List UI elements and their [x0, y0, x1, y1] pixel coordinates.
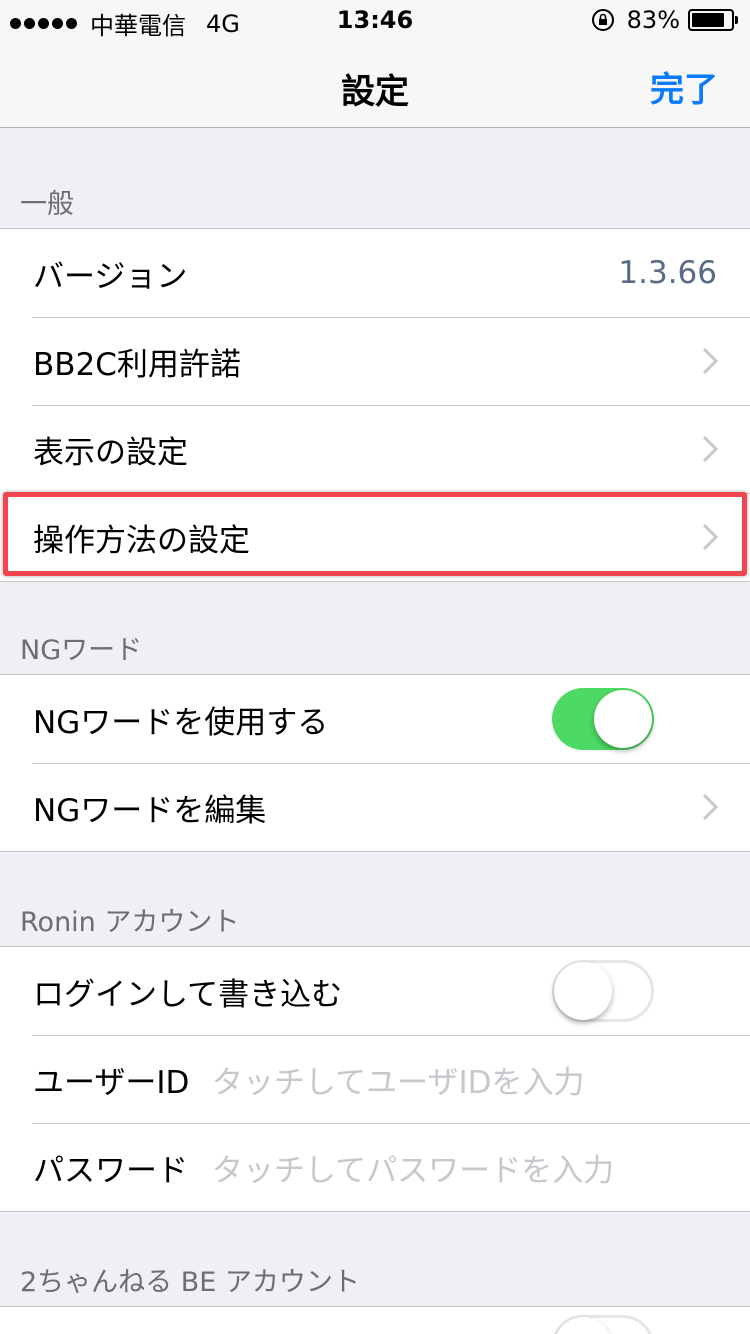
row-version: バージョン 1.3.66 [0, 229, 750, 317]
battery-percentage: 83% [626, 6, 680, 34]
group-ronin: ログインして書き込む ユーザーID タッチしてユーザIDを入力 パスワード タッ… [0, 946, 750, 1212]
edit-ng-label: NGワードを編集 [33, 792, 267, 829]
row-password[interactable]: パスワード タッチしてパスワードを入力 [0, 1123, 750, 1211]
row-use-ng: NGワードを使用する [0, 675, 750, 763]
user-id-label: ユーザーID [33, 1064, 190, 1101]
version-label: バージョン [33, 258, 188, 295]
row-display-settings[interactable]: 表示の設定 [0, 405, 750, 493]
navigation-bar: 設定 完了 [0, 40, 750, 128]
license-label: BB2C利用許諾 [33, 346, 241, 383]
row-login: ログインして書き込む [0, 947, 750, 1035]
be-login-toggle[interactable] [552, 1315, 654, 1334]
toggle-knob [594, 690, 652, 748]
display-settings-label: 表示の設定 [33, 434, 188, 471]
section-header-ronin: Ronin アカウント [20, 907, 240, 938]
chevron-right-icon [702, 793, 718, 821]
section-header-be: 2ちゃんねる BE アカウント [20, 1267, 360, 1298]
use-ng-label: NGワードを使用する [33, 704, 329, 741]
login-toggle[interactable] [552, 960, 654, 1022]
login-label: ログインして書き込む [33, 976, 343, 1013]
row-user-id[interactable]: ユーザーID タッチしてユーザIDを入力 [0, 1035, 750, 1123]
chevron-right-icon [702, 523, 718, 551]
toggle-knob [554, 962, 612, 1020]
group-be [0, 1306, 750, 1334]
password-label: パスワード [33, 1152, 188, 1189]
row-license[interactable]: BB2C利用許諾 [0, 317, 750, 405]
section-header-general: 一般 [20, 189, 74, 220]
operation-settings-label: 操作方法の設定 [33, 522, 250, 559]
chevron-right-icon [702, 435, 718, 463]
row-operation-settings[interactable]: 操作方法の設定 [0, 493, 750, 581]
status-bar: 中華電信 4G 13:46 83% [0, 0, 750, 40]
group-general: バージョン 1.3.66 BB2C利用許諾 表示の設定 操作方法の設定 [0, 228, 750, 582]
done-button[interactable]: 完了 [650, 62, 718, 111]
section-header-ng: NGワード [20, 635, 143, 666]
row-edit-ng[interactable]: NGワードを編集 [0, 763, 750, 851]
user-id-input[interactable]: タッチしてユーザIDを入力 [212, 1057, 584, 1102]
status-right: 83% [591, 6, 738, 34]
page-title: 設定 [341, 72, 409, 112]
rotation-lock-icon [591, 9, 614, 31]
group-ng: NGワードを使用する NGワードを編集 [0, 674, 750, 852]
use-ng-toggle[interactable] [552, 688, 654, 750]
toggle-knob [554, 1317, 612, 1334]
battery-icon [688, 9, 738, 31]
password-input[interactable]: タッチしてパスワードを入力 [212, 1145, 614, 1190]
chevron-right-icon [702, 347, 718, 375]
version-value: 1.3.66 [618, 255, 717, 291]
